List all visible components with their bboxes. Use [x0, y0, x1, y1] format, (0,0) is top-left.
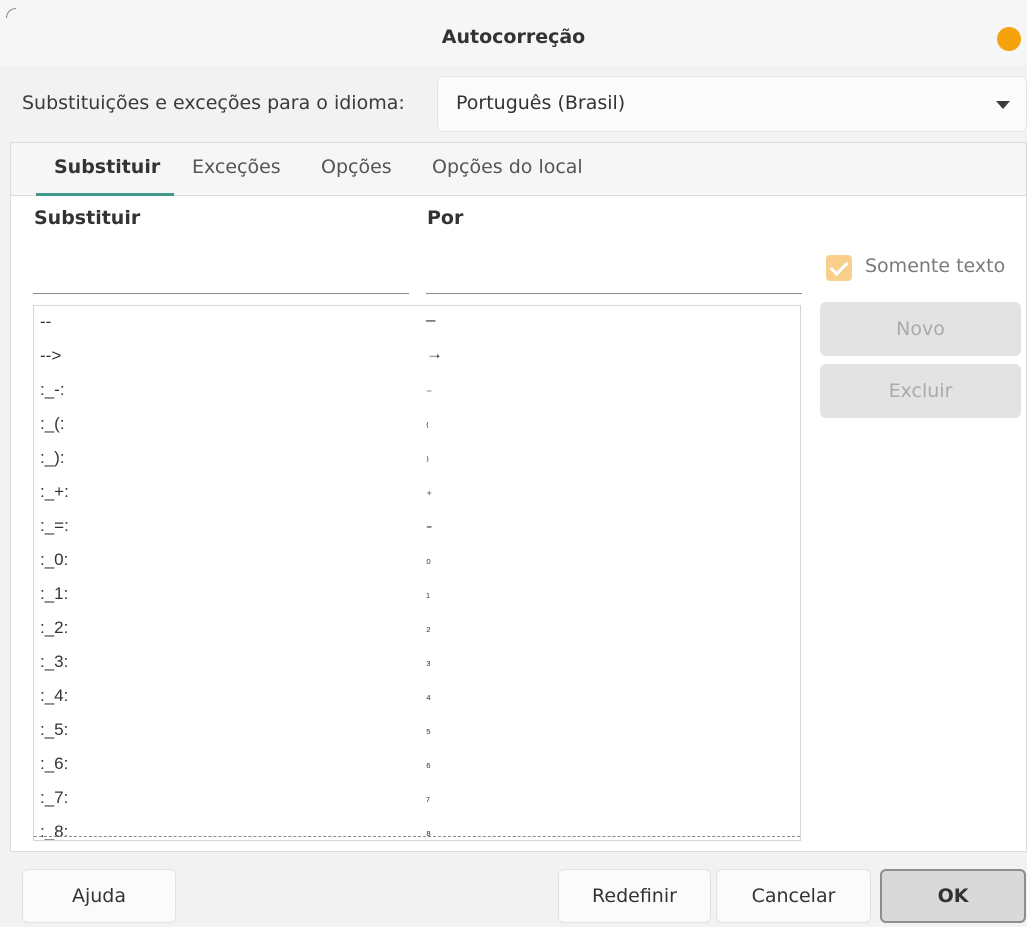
- delete-button[interactable]: Excluir: [820, 364, 1021, 418]
- row-from: :_5:: [40, 720, 69, 739]
- row-to: ₊: [426, 484, 433, 498]
- row-to: ₅: [426, 722, 431, 736]
- row-from: :_7:: [40, 788, 69, 807]
- row-from: :_-:: [40, 380, 65, 399]
- help-button[interactable]: Ajuda: [22, 869, 176, 923]
- row-to: ₍: [426, 416, 429, 430]
- table-row[interactable]: :_): ₎: [34, 444, 800, 478]
- replace-input[interactable]: [33, 248, 409, 294]
- checkbox-checked-icon[interactable]: [826, 255, 852, 281]
- table-row[interactable]: :_1: ₁: [34, 580, 800, 614]
- row-from: :_1:: [40, 584, 69, 603]
- language-label: Substituições e exceções para o idioma:: [22, 92, 405, 114]
- row-to: ₆: [426, 756, 431, 770]
- table-row[interactable]: :_6: ₆: [34, 750, 800, 784]
- row-from: :_8:: [40, 822, 69, 841]
- row-to: ₌: [426, 518, 433, 532]
- row-from: :_=:: [40, 516, 69, 535]
- table-row[interactable]: :_4: ₄: [34, 682, 800, 716]
- table-row[interactable]: -- –: [34, 308, 800, 342]
- table-row[interactable]: :_-: ₋: [34, 376, 800, 410]
- table-row[interactable]: :_2: ₂: [34, 614, 800, 648]
- scroll-indicator[interactable]: [34, 836, 800, 837]
- row-to: →: [426, 344, 443, 363]
- title-bar: Autocorreção: [0, 0, 1027, 66]
- row-from: :_0:: [40, 550, 69, 569]
- table-row[interactable]: :_5: ₅: [34, 716, 800, 750]
- row-to: ₋: [426, 382, 433, 396]
- replacement-table[interactable]: -- – --> → :_-: ₋ :_(: ₍ :_): ₎ :_+: ₊ :_=: ₌ :…: [33, 305, 801, 841]
- dialog-title: Autocorreção: [441, 26, 586, 48]
- tab-panel: Substituir Exceções Opções Opções do loc…: [10, 142, 1027, 852]
- with-input[interactable]: [426, 248, 802, 294]
- row-to: ₁: [426, 586, 431, 600]
- row-to: –: [426, 310, 436, 329]
- column-header-with: Por: [427, 207, 464, 229]
- row-from: :_2:: [40, 618, 69, 637]
- table-row[interactable]: :_(: ₍: [34, 410, 800, 444]
- tab-excecoes[interactable]: Exceções: [192, 156, 281, 196]
- table-row[interactable]: :_8: ₈: [34, 818, 800, 841]
- footer: Ajuda Redefinir Cancelar OK: [0, 852, 1027, 927]
- row-from: --: [40, 312, 52, 331]
- language-select[interactable]: Português (Brasil): [437, 76, 1027, 132]
- ok-button[interactable]: OK: [880, 869, 1026, 923]
- table-row[interactable]: :_3: ₃: [34, 648, 800, 682]
- tab-substituir[interactable]: Substituir: [54, 156, 160, 196]
- language-row: Substituições e exceções para o idioma: …: [0, 66, 1027, 142]
- table-row[interactable]: :_7: ₇: [34, 784, 800, 818]
- chevron-down-icon: [996, 101, 1010, 109]
- tab-opcoes-do-local[interactable]: Opções do local: [432, 156, 583, 196]
- row-from: :_6:: [40, 754, 69, 773]
- text-only-label: Somente texto: [865, 255, 1006, 277]
- row-to: ₎: [426, 450, 429, 464]
- tab-opcoes[interactable]: Opções: [321, 156, 392, 196]
- row-from: :_4:: [40, 686, 69, 705]
- row-to: ₀: [426, 552, 431, 566]
- table-row[interactable]: --> →: [34, 342, 800, 376]
- table-row[interactable]: :_=: ₌: [34, 512, 800, 546]
- row-from: :_(:: [40, 414, 65, 433]
- language-select-value: Português (Brasil): [456, 92, 626, 114]
- row-from: :_+:: [40, 482, 69, 501]
- row-to: ₃: [426, 654, 431, 668]
- row-to: ₄: [426, 688, 431, 702]
- table-row[interactable]: :_+: ₊: [34, 478, 800, 512]
- new-button[interactable]: Novo: [820, 302, 1021, 356]
- window-corner-icon: [6, 8, 16, 18]
- row-from: :_):: [40, 448, 65, 467]
- column-header-replace: Substituir: [34, 207, 141, 229]
- table-row[interactable]: :_0: ₀: [34, 546, 800, 580]
- status-dot-icon: [997, 27, 1021, 51]
- tab-bar: Substituir Exceções Opções Opções do loc…: [11, 143, 1026, 196]
- active-tab-indicator: [36, 193, 174, 196]
- row-to: ₇: [426, 790, 431, 804]
- row-to: ₂: [426, 620, 431, 634]
- row-from: :_3:: [40, 652, 69, 671]
- reset-button[interactable]: Redefinir: [558, 869, 711, 923]
- cancel-button[interactable]: Cancelar: [716, 869, 871, 923]
- row-from: -->: [40, 346, 62, 365]
